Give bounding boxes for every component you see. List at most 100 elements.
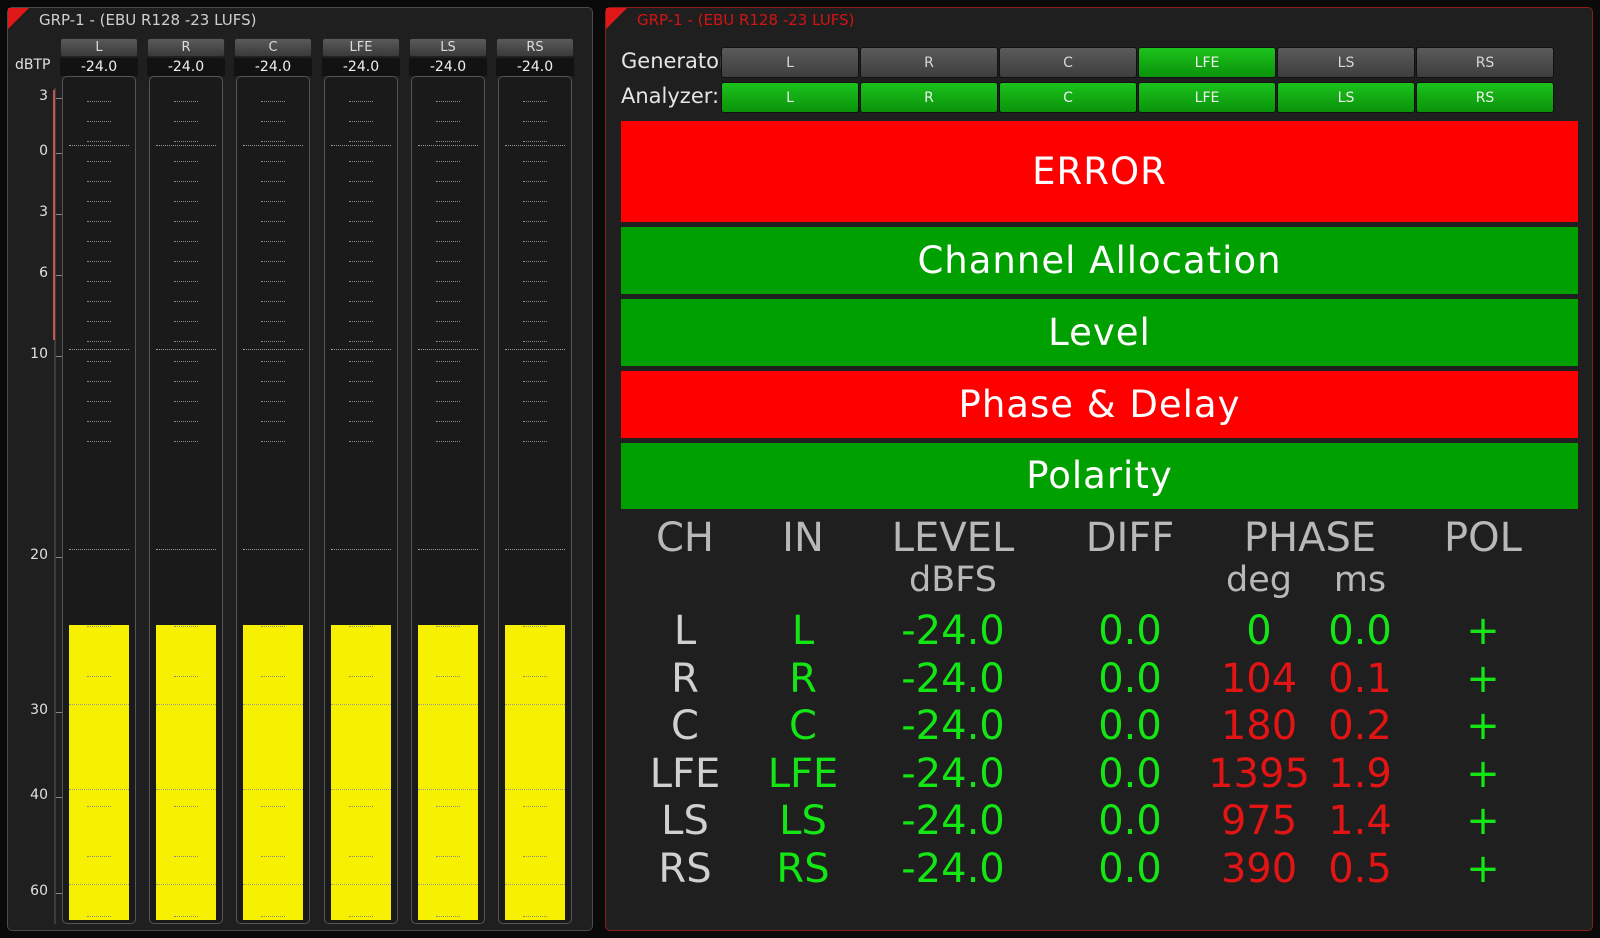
meter-minor-tick: [436, 261, 460, 262]
meter-minor-tick: [87, 121, 111, 122]
meter-minor-tick: [349, 856, 373, 857]
channel-button-c[interactable]: C: [234, 38, 312, 57]
generator-channel-ls[interactable]: LS: [1277, 47, 1415, 78]
meter-minor-tick: [436, 806, 460, 807]
generator-channel-l[interactable]: L: [721, 47, 859, 78]
meter-minor-tick: [87, 161, 111, 162]
analyzer-channel-l[interactable]: L: [721, 82, 859, 113]
meter-minor-tick: [174, 626, 198, 627]
scale-label: 3: [39, 204, 48, 220]
meter-bar-l: [62, 76, 136, 924]
cell-pol: +: [1466, 656, 1500, 702]
meter-minor-tick: [261, 161, 285, 162]
cell-ms: 1.9: [1328, 751, 1392, 797]
meter-minor-tick: [261, 121, 285, 122]
meter-minor-tick: [174, 101, 198, 102]
meter-minor-tick: [87, 281, 111, 282]
meter-minor-tick: [523, 221, 547, 222]
meter-major-gridline: [243, 549, 303, 550]
meter-major-gridline: [156, 884, 216, 885]
meter-minor-tick: [261, 676, 285, 677]
meter-minor-tick: [436, 101, 460, 102]
left-panel-title: GRP-1 - (EBU R128 -23 LUFS): [39, 11, 257, 29]
column-header-pol: POL: [1444, 515, 1522, 561]
cell-ch: LS: [661, 798, 709, 844]
meter-minor-tick: [523, 201, 547, 202]
cell-in: RS: [776, 846, 830, 892]
meter-bar-lfe: [324, 76, 398, 924]
meter-minor-tick: [523, 301, 547, 302]
meter-minor-tick: [436, 141, 460, 142]
meter-minor-tick: [436, 301, 460, 302]
meter-minor-tick: [174, 401, 198, 402]
meter-minor-tick: [436, 381, 460, 382]
meter-minor-tick: [523, 241, 547, 242]
meter-minor-tick: [436, 441, 460, 442]
cell-level: -24.0: [901, 703, 1005, 749]
meter-minor-tick: [261, 856, 285, 857]
meter-major-gridline: [243, 704, 303, 705]
channel-header-c: C -24.0: [234, 38, 312, 76]
meter-major-gridline: [69, 349, 129, 350]
channel-button-rs[interactable]: RS: [496, 38, 574, 57]
meter-minor-tick: [261, 301, 285, 302]
analyzer-channel-c[interactable]: C: [999, 82, 1137, 113]
meter-major-gridline: [69, 145, 129, 146]
analyzer-channel-r[interactable]: R: [860, 82, 998, 113]
meter-minor-tick: [87, 201, 111, 202]
generator-channel-c[interactable]: C: [999, 47, 1137, 78]
meter-minor-tick: [174, 261, 198, 262]
meter-major-gridline: [243, 884, 303, 885]
meter-minor-tick: [436, 341, 460, 342]
meter-minor-tick: [523, 101, 547, 102]
meter-minor-tick: [436, 161, 460, 162]
cell-deg: 1395: [1208, 751, 1310, 797]
channel-button-ls[interactable]: LS: [409, 38, 487, 57]
meter-minor-tick: [349, 676, 373, 677]
banner-level: Level: [621, 299, 1578, 366]
cell-ch: RS: [658, 846, 712, 892]
analyzer-channel-lfe[interactable]: LFE: [1138, 82, 1276, 113]
cell-ch: R: [671, 656, 699, 702]
meter-major-gridline: [331, 789, 391, 790]
meter-major-gridline: [243, 349, 303, 350]
meter-minor-tick: [349, 341, 373, 342]
banner-error: ERROR: [621, 121, 1578, 222]
generator-channel-lfe[interactable]: LFE: [1138, 47, 1276, 78]
cell-diff: 0.0: [1098, 798, 1162, 844]
meter-minor-tick: [349, 181, 373, 182]
meter-major-gridline: [505, 349, 565, 350]
analyzer-channel-ls[interactable]: LS: [1277, 82, 1415, 113]
meter-minor-tick: [174, 341, 198, 342]
meter-minor-tick: [174, 301, 198, 302]
meter-minor-tick: [349, 916, 373, 917]
cell-in: LFE: [767, 751, 839, 797]
meter-minor-tick: [523, 341, 547, 342]
scale-label: 6: [39, 265, 48, 281]
cell-diff: 0.0: [1098, 703, 1162, 749]
meter-minor-tick: [174, 201, 198, 202]
meter-major-gridline: [331, 884, 391, 885]
meter-minor-tick: [87, 401, 111, 402]
channel-button-r[interactable]: R: [147, 38, 225, 57]
meter-minor-tick: [87, 181, 111, 182]
channel-peak-value: -24.0: [234, 58, 312, 76]
meter-gridlines: [150, 77, 222, 923]
cell-diff: 0.0: [1098, 751, 1162, 797]
cell-pol: +: [1466, 751, 1500, 797]
meter-minor-tick: [261, 321, 285, 322]
cell-deg: 104: [1220, 656, 1298, 702]
banner-phase-delay: Phase & Delay: [621, 371, 1578, 438]
channel-button-l[interactable]: L: [60, 38, 138, 57]
meter-minor-tick: [174, 241, 198, 242]
cell-diff: 0.0: [1098, 846, 1162, 892]
scale-label: 3: [39, 88, 48, 104]
meter-bar-ls: [411, 76, 485, 924]
meter-minor-tick: [523, 281, 547, 282]
meter-minor-tick: [523, 441, 547, 442]
channel-button-lfe[interactable]: LFE: [322, 38, 400, 57]
analyzer-channel-rs[interactable]: RS: [1416, 82, 1554, 113]
channel-header-ls: LS -24.0: [409, 38, 487, 76]
generator-channel-r[interactable]: R: [860, 47, 998, 78]
generator-channel-rs[interactable]: RS: [1416, 47, 1554, 78]
